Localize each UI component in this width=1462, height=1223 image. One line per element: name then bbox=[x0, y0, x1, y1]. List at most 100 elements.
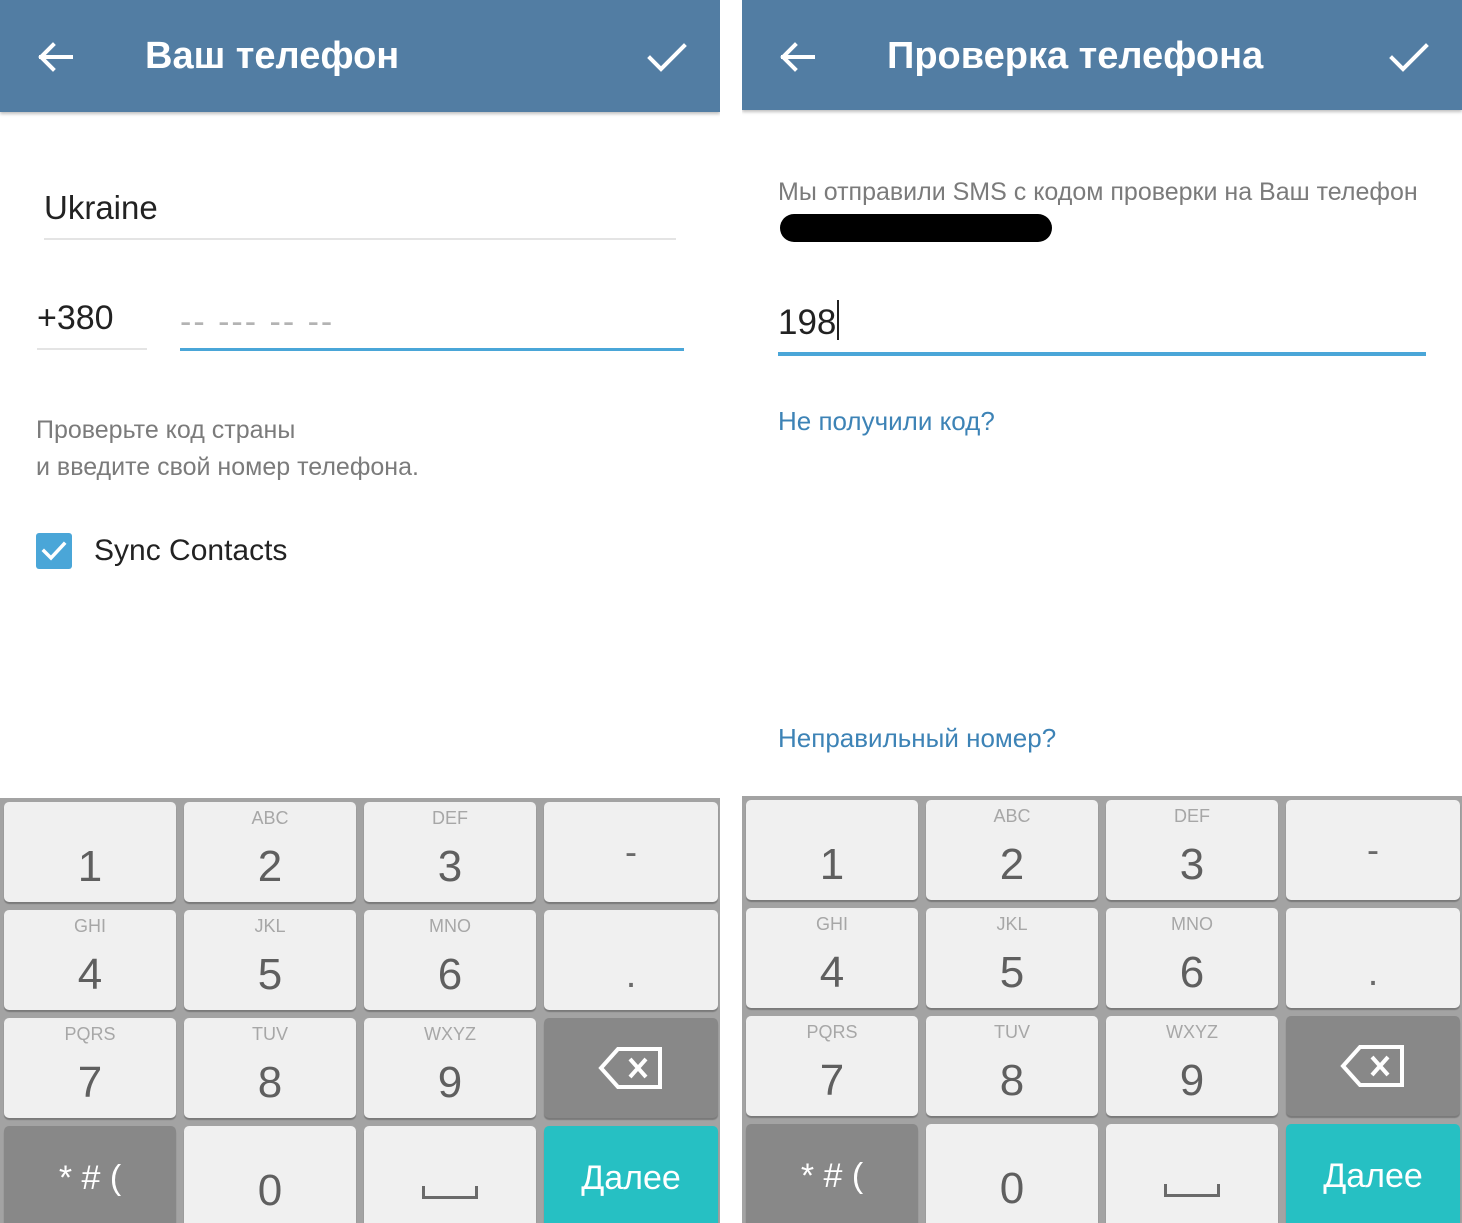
key-letters: MNO bbox=[429, 916, 471, 936]
key-symbol: - bbox=[1367, 829, 1379, 870]
key-digit: 7 bbox=[819, 1056, 845, 1105]
confirm-button[interactable] bbox=[642, 32, 692, 82]
key-symbols[interactable]: * # ( bbox=[746, 1124, 918, 1223]
key-symbol: - bbox=[625, 831, 637, 872]
numeric-keypad: 1 ABC 2 DEF 3 - GHI 4 JKL 5 MNO 6 . PQRS 7 TUV… bbox=[742, 796, 1462, 1223]
key-8[interactable]: TUV 8 bbox=[184, 1018, 356, 1118]
key-letters: JKL bbox=[254, 916, 286, 936]
sms-message-text: Мы отправили SMS с кодом проверки на Ваш… bbox=[778, 178, 1418, 206]
key-7[interactable]: PQRS 7 bbox=[4, 1018, 176, 1118]
key-letters: PQRS bbox=[64, 1024, 116, 1044]
space-key[interactable] bbox=[1106, 1124, 1278, 1223]
key-digit: 8 bbox=[257, 1058, 283, 1107]
header-bar: Ваш телефон bbox=[0, 0, 720, 112]
key-5[interactable]: JKL 5 bbox=[926, 908, 1098, 1008]
next-button[interactable]: Далее bbox=[1286, 1124, 1460, 1223]
key-2[interactable]: ABC 2 bbox=[184, 802, 356, 902]
hint-line-1: Проверьте код страны bbox=[36, 416, 296, 444]
key-8[interactable]: TUV 8 bbox=[926, 1016, 1098, 1116]
key-dash[interactable]: - bbox=[544, 802, 718, 902]
sync-contacts-row[interactable]: Sync Contacts bbox=[36, 532, 287, 570]
key-2[interactable]: ABC 2 bbox=[926, 800, 1098, 900]
next-label: Далее bbox=[581, 1158, 681, 1197]
key-4[interactable]: GHI 4 bbox=[746, 908, 918, 1008]
sync-contacts-label: Sync Contacts bbox=[94, 534, 288, 567]
next-button[interactable]: Далее bbox=[544, 1126, 718, 1223]
checkmark-icon bbox=[41, 541, 67, 561]
key-symbol: * # ( bbox=[58, 1159, 122, 1197]
key-digit: 2 bbox=[999, 840, 1025, 889]
hint-text: Проверьте код страны и введите свой номе… bbox=[36, 412, 419, 486]
key-letters: TUV bbox=[252, 1024, 288, 1044]
backspace-key[interactable] bbox=[1286, 1016, 1460, 1116]
key-digit: 2 bbox=[257, 842, 283, 891]
sms-sent-message: Мы отправили SMS с кодом проверки на Ваш… bbox=[778, 174, 1418, 248]
arrow-left-icon bbox=[38, 42, 73, 72]
text-cursor bbox=[837, 300, 840, 340]
key-digit: 9 bbox=[1179, 1056, 1205, 1105]
key-1[interactable]: 1 bbox=[746, 800, 918, 900]
key-6[interactable]: MNO 6 bbox=[364, 910, 536, 1010]
no-code-link[interactable]: Не получили код? bbox=[778, 406, 995, 437]
key-9[interactable]: WXYZ 9 bbox=[1106, 1016, 1278, 1116]
key-digit: 5 bbox=[999, 948, 1025, 997]
key-symbol: * # ( bbox=[800, 1157, 864, 1195]
key-digit: 0 bbox=[999, 1164, 1025, 1213]
key-1[interactable]: 1 bbox=[4, 802, 176, 902]
country-code-field[interactable]: +380 bbox=[37, 296, 147, 350]
verification-code-input[interactable]: 198 bbox=[778, 298, 1426, 356]
arrow-left-icon bbox=[780, 42, 815, 72]
country-name: Ukraine bbox=[44, 189, 158, 226]
space-key[interactable] bbox=[364, 1126, 536, 1223]
sync-contacts-checkbox[interactable] bbox=[36, 533, 72, 569]
key-letters: DEF bbox=[1174, 806, 1210, 826]
key-dot[interactable]: . bbox=[1286, 908, 1460, 1008]
key-digit: 5 bbox=[257, 950, 283, 999]
page-title: Проверка телефона bbox=[887, 35, 1264, 77]
confirm-button[interactable] bbox=[1384, 32, 1434, 82]
key-letters: JKL bbox=[996, 914, 1028, 934]
verification-code-value: 198 bbox=[778, 303, 837, 342]
hint-line-2: и введите свой номер телефона. bbox=[36, 453, 419, 481]
redacted-phone-number bbox=[780, 214, 1052, 242]
key-digit: 8 bbox=[999, 1056, 1025, 1105]
backspace-key[interactable] bbox=[544, 1018, 718, 1118]
key-digit: 4 bbox=[819, 948, 845, 997]
key-letters: GHI bbox=[73, 916, 106, 936]
country-selector[interactable]: Ukraine bbox=[44, 184, 676, 240]
key-digit: 9 bbox=[437, 1058, 463, 1107]
key-0[interactable]: 0 bbox=[926, 1124, 1098, 1223]
key-6[interactable]: MNO 6 bbox=[1106, 908, 1278, 1008]
key-0[interactable]: 0 bbox=[184, 1126, 356, 1223]
key-digit: 7 bbox=[77, 1058, 103, 1107]
key-4[interactable]: GHI 4 bbox=[4, 910, 176, 1010]
key-9[interactable]: WXYZ 9 bbox=[364, 1018, 536, 1118]
key-dot[interactable]: . bbox=[544, 910, 718, 1010]
key-letters: GHI bbox=[815, 914, 848, 934]
key-digit: 1 bbox=[819, 840, 845, 889]
phone-verification-screen: Проверка телефона Мы отправили SMS с код… bbox=[742, 0, 1462, 1223]
key-digit: 3 bbox=[1179, 840, 1205, 889]
key-dash[interactable]: - bbox=[1286, 800, 1460, 900]
phone-number-screen: Ваш телефон Ukraine +380 Проверьте код с… bbox=[0, 0, 720, 1223]
space-bar-icon bbox=[1164, 1183, 1220, 1197]
key-digit: 0 bbox=[257, 1166, 283, 1215]
key-symbols[interactable]: * # ( bbox=[4, 1126, 176, 1223]
key-5[interactable]: JKL 5 bbox=[184, 910, 356, 1010]
key-3[interactable]: DEF 3 bbox=[364, 802, 536, 902]
key-letters: MNO bbox=[1171, 914, 1213, 934]
checkmark-icon bbox=[1389, 43, 1429, 72]
back-button[interactable] bbox=[772, 32, 822, 82]
back-button[interactable] bbox=[30, 32, 80, 82]
key-digit: 1 bbox=[77, 842, 103, 891]
wrong-number-link[interactable]: Неправильный номер? bbox=[778, 723, 1056, 754]
key-letters: TUV bbox=[994, 1022, 1030, 1042]
numeric-keypad: 1 ABC 2 DEF 3 - GHI 4 JKL 5 MNO 6 . PQRS 7 TUV… bbox=[0, 798, 720, 1223]
phone-number-input[interactable] bbox=[180, 296, 684, 351]
key-digit: 4 bbox=[77, 950, 103, 999]
key-3[interactable]: DEF 3 bbox=[1106, 800, 1278, 900]
key-7[interactable]: PQRS 7 bbox=[746, 1016, 918, 1116]
header-bar: Проверка телефона bbox=[742, 0, 1462, 110]
backspace-icon bbox=[1340, 1045, 1404, 1087]
backspace-icon bbox=[598, 1047, 662, 1089]
